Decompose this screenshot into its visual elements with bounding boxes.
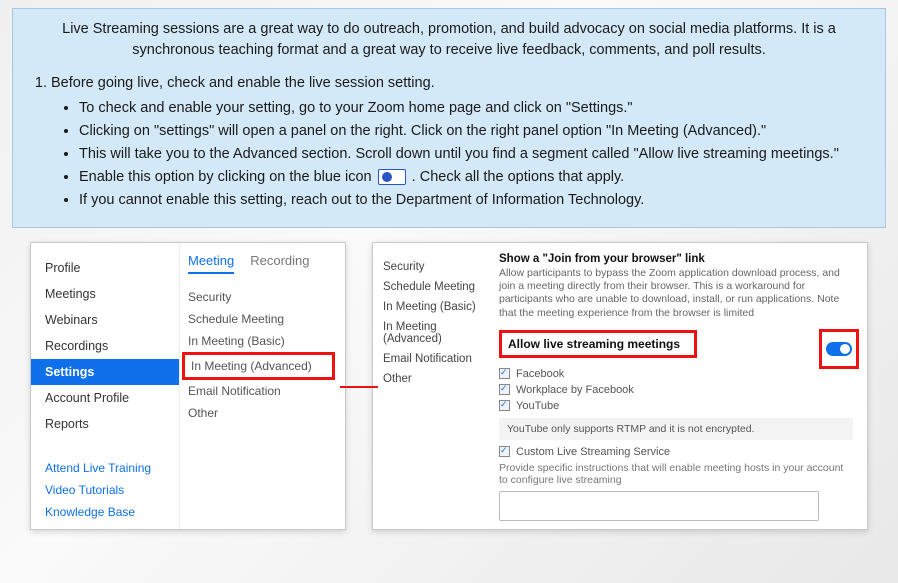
sublink-email-notification[interactable]: Email Notification [186,380,335,402]
custom-desc: Provide specific instructions that will … [499,462,853,487]
sidebar-item-webinars[interactable]: Webinars [31,307,179,333]
link-video-tutorials[interactable]: Video Tutorials [31,479,179,501]
browser-link-desc: Allow participants to bypass the Zoom ap… [499,267,853,320]
step-list: Before going live, check and enable the … [33,73,869,211]
rnav-advanced[interactable]: In Meeting (Advanced) [383,317,487,349]
zoom-sidebar: Profile Meetings Webinars Recordings Set… [31,243,179,529]
tab-recording[interactable]: Recording [250,253,309,274]
bullet-1: To check and enable your setting, go to … [79,98,869,119]
screenshot-panels: Profile Meetings Webinars Recordings Set… [0,242,898,530]
sublink-schedule-meeting[interactable]: Schedule Meeting [186,308,335,330]
step-1: Before going live, check and enable the … [51,73,869,211]
settings-subpanel: Meeting Recording Security Schedule Meet… [179,243,345,529]
sidebar-item-meetings[interactable]: Meetings [31,281,179,307]
rnav-other[interactable]: Other [383,369,487,389]
rnav-email[interactable]: Email Notification [383,349,487,369]
sublink-in-meeting-basic[interactable]: In Meeting (Basic) [186,330,335,352]
bullet-list: To check and enable your setting, go to … [79,98,869,211]
rnav-security[interactable]: Security [383,257,487,277]
checkbox-icon[interactable] [499,384,510,395]
red-connector-line [340,386,378,388]
youtube-note: YouTube only supports RTMP and it is not… [499,418,853,440]
checkbox-icon[interactable] [499,446,510,457]
link-attend-live-training[interactable]: Attend Live Training [31,457,179,479]
right-nav: Security Schedule Meeting In Meeting (Ba… [373,243,493,529]
bullet-4: Enable this option by clicking on the bl… [79,167,869,188]
sidebar-item-recordings[interactable]: Recordings [31,333,179,359]
tab-meeting[interactable]: Meeting [188,253,234,274]
sidebar-item-profile[interactable]: Profile [31,255,179,281]
link-knowledge-base[interactable]: Knowledge Base [31,501,179,523]
sublink-in-meeting-advanced[interactable]: In Meeting (Advanced) [182,352,335,380]
bullet-2: Clicking on "settings" will open a panel… [79,121,869,142]
sublink-security[interactable]: Security [186,286,335,308]
instruction-box: Live Streaming sessions are a great way … [12,8,886,228]
settings-tabs: Meeting Recording [186,253,335,274]
sublink-other[interactable]: Other [186,402,335,424]
checkbox-icon[interactable] [499,368,510,379]
zoom-advanced-settings-screenshot: Security Schedule Meeting In Meeting (Ba… [372,242,868,530]
intro-text: Live Streaming sessions are a great way … [29,19,869,61]
custom-streaming-textarea[interactable] [499,491,819,521]
right-content: Show a "Join from your browser" link All… [493,243,867,529]
check-youtube[interactable]: YouTube [499,400,853,412]
sidebar-item-account-profile[interactable]: Account Profile [31,385,179,411]
zoom-settings-nav-screenshot: Profile Meetings Webinars Recordings Set… [30,242,346,530]
toggle-icon [378,169,406,185]
check-custom[interactable]: Custom Live Streaming Service [499,446,853,458]
bullet-5: If you cannot enable this setting, reach… [79,190,869,211]
sidebar-item-settings[interactable]: Settings [31,359,179,385]
rnav-schedule[interactable]: Schedule Meeting [383,277,487,297]
allow-live-streaming-title: Allow live streaming meetings [499,330,697,358]
checkbox-icon[interactable] [499,400,510,411]
browser-link-title: Show a "Join from your browser" link [499,253,853,265]
bullet-3: This will take you to the Advanced secti… [79,144,869,165]
sidebar-item-reports[interactable]: Reports [31,411,179,437]
red-highlight-toggle [819,329,859,369]
rnav-basic[interactable]: In Meeting (Basic) [383,297,487,317]
live-streaming-toggle[interactable] [826,342,852,356]
check-workplace[interactable]: Workplace by Facebook [499,384,853,396]
check-facebook[interactable]: Facebook [499,368,853,380]
